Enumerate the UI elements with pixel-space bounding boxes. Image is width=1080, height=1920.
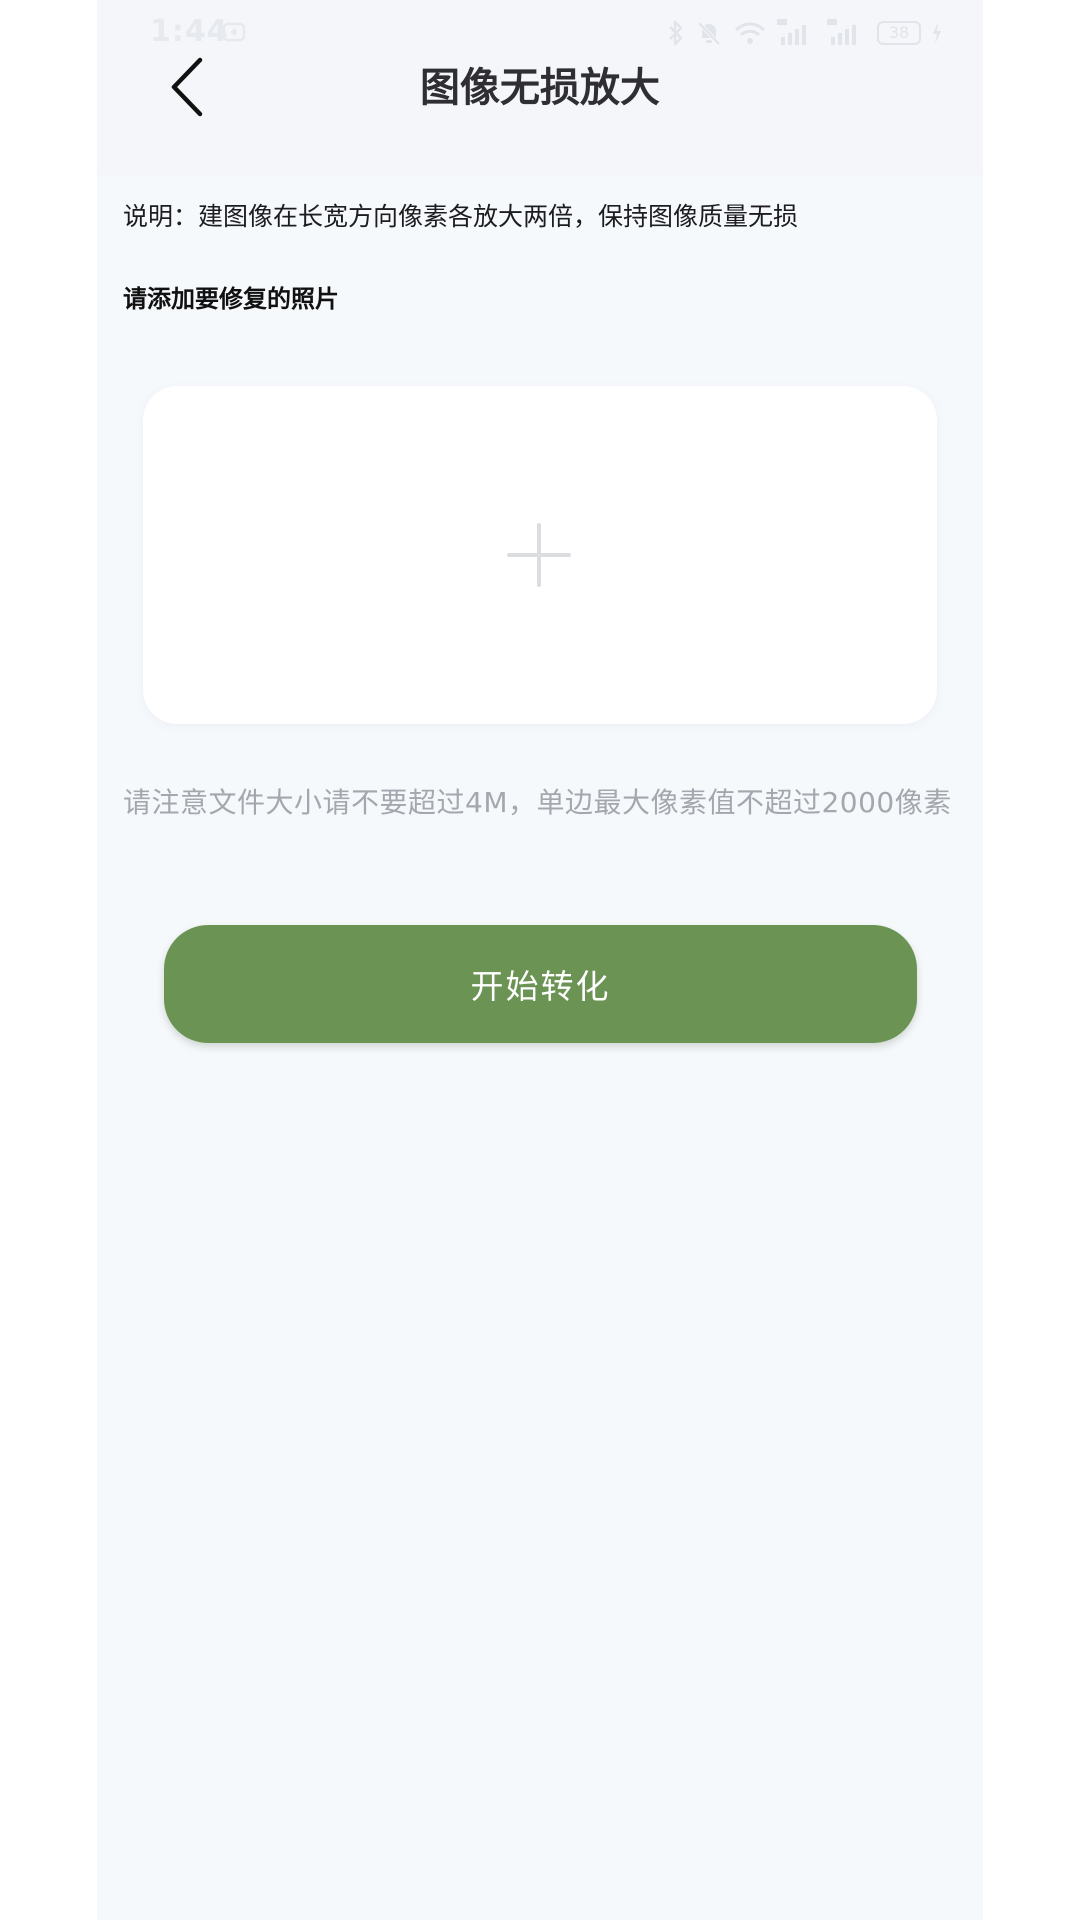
status-icons: 38 <box>667 16 943 50</box>
wifi-icon <box>734 22 766 44</box>
file-size-notice: 请注意文件大小请不要超过4M，单边最大像素值不超过2000像素 <box>123 786 952 819</box>
description-text: 说明：建图像在长宽方向像素各放大两倍，保持图像质量无损 <box>123 202 799 231</box>
app-screen: 1:44 38 图像无损放大 说明：建图像在长宽方向像素各放大两倍，保持图像质量… <box>97 0 983 1920</box>
bluetooth-icon <box>669 20 683 46</box>
page-title: 图像无损放大 <box>420 65 660 111</box>
signal-icon <box>777 19 806 45</box>
upload-photo-area[interactable] <box>143 386 937 724</box>
battery-icon: 38 <box>877 21 921 45</box>
top-bar: 1:44 38 图像无损放大 <box>97 0 983 175</box>
status-bar: 1:44 38 <box>97 0 983 70</box>
notification-icon <box>222 22 246 42</box>
status-time: 1:44 <box>150 14 229 49</box>
mute-bell-icon <box>697 21 721 46</box>
charging-icon <box>933 22 941 44</box>
section-label: 请添加要修复的照片 <box>123 285 339 313</box>
start-convert-button[interactable]: 开始转化 <box>164 925 917 1043</box>
plus-icon <box>507 523 571 587</box>
battery-level: 38 <box>888 23 910 42</box>
signal-icon <box>827 19 856 45</box>
